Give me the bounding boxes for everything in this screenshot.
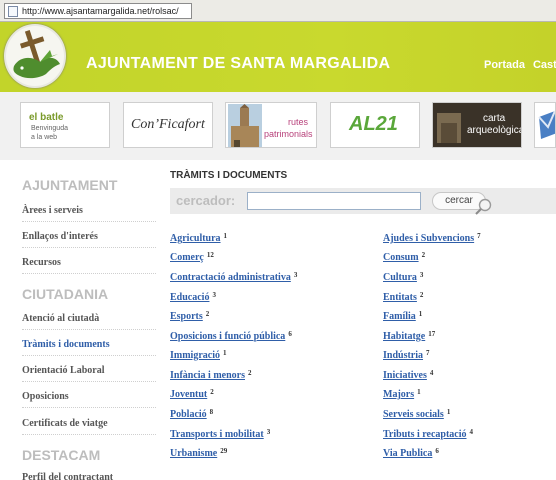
sidebar-item-arees-serveis[interactable]: Àrees i serveis [22, 205, 156, 222]
list-item[interactable]: Agricultura 1 [170, 232, 227, 244]
list-item[interactable]: Consum 2 [383, 251, 425, 263]
magnifier-icon [475, 198, 492, 215]
list-item[interactable]: Joventut 2 [170, 388, 214, 400]
banner-partial[interactable] [534, 102, 556, 148]
list-item[interactable]: Població 8 [170, 408, 213, 420]
sidebar-item-certificats-viatge[interactable]: Certificats de viatge [22, 418, 156, 435]
list-item[interactable]: Transports i mobilitat 3 [170, 428, 270, 440]
nav-castellano[interactable]: Cast [533, 59, 556, 71]
nav-portada[interactable]: Portada [484, 59, 525, 71]
banner-batle-line2: Benvinguda [31, 125, 68, 132]
list-item[interactable]: Cultura 3 [383, 271, 423, 283]
search-label: cercador: [176, 193, 236, 208]
banner-al21[interactable]: AL21 [330, 102, 420, 148]
list-item[interactable]: Infància i menors 2 [170, 369, 252, 381]
search-input[interactable] [247, 192, 421, 210]
list-item[interactable]: Via Publica 6 [383, 447, 439, 459]
sidebar-item-tramits-documents[interactable]: Tràmits i documents [22, 339, 156, 356]
sidebar-item-orientacio-laboral[interactable]: Orientació Laboral [22, 365, 156, 382]
list-item[interactable]: Entitats 2 [383, 291, 423, 303]
list-item[interactable]: Educació 3 [170, 291, 216, 303]
site-title: AJUNTAMENT DE SANTA MARGALIDA [86, 55, 391, 72]
list-item[interactable]: Oposicions i funció pública 6 [170, 330, 292, 342]
list-item[interactable]: Contractació administrativa 3 [170, 271, 297, 283]
banner-carta-line2: arqueològica [467, 125, 522, 136]
url-field[interactable]: http://www.ajsantamargalida.net/rolsac/ [4, 3, 192, 19]
church-photo-icon [228, 104, 262, 147]
list-item[interactable]: Ajudes i Subvencions 7 [383, 232, 481, 244]
banner-conficafort-text: Con’Ficafort [131, 117, 205, 132]
sidebar-item-atencio-ciutada[interactable]: Atenció al ciutadà [22, 313, 156, 330]
sidebar-item-recursos[interactable]: Recursos [22, 257, 156, 274]
banner-rutes-patrimonials[interactable]: rutes patrimonials [225, 102, 317, 148]
sidebar-item-oposicions[interactable]: Oposicions [22, 391, 156, 408]
list-item[interactable]: Urbanisme 29 [170, 447, 227, 459]
section-destacam: DESTACAM [22, 447, 101, 463]
sidebar-item-perfil-contractant[interactable]: Perfil del contractant [22, 472, 156, 480]
sidebar-item-enllacos[interactable]: Enllaços d'interés [22, 231, 156, 248]
top-nav: Portada Cast [484, 59, 556, 71]
banner-conficafort[interactable]: Con’Ficafort [123, 102, 213, 148]
search-bar: cercador: cercar [170, 188, 556, 215]
page-title: TRÀMITS I DOCUMENTS [170, 170, 288, 181]
list-item[interactable]: Esports 2 [170, 310, 209, 322]
list-item[interactable]: Tributs i recaptació 4 [383, 428, 473, 440]
banner-al21-text: AL21 [349, 113, 398, 135]
site-logo[interactable] [4, 24, 66, 88]
cross-dragon-icon [13, 30, 61, 79]
banner-batle-heading: el batle [29, 112, 64, 123]
section-ciutadania: CIUTADANIA [22, 286, 109, 302]
list-item[interactable]: Indústria 7 [383, 349, 430, 361]
banner-carta-arqueologica[interactable]: carta arqueològica [432, 102, 522, 148]
list-item[interactable]: Majors 1 [383, 388, 421, 400]
list-item[interactable]: Iniciatives 4 [383, 369, 433, 381]
url-text: http://www.ajsantamargalida.net/rolsac/ [22, 6, 179, 16]
list-item[interactable]: Comerç 12 [170, 251, 214, 263]
banner-rutes-line2: patrimonials [264, 129, 313, 139]
envelope-icon [538, 110, 555, 139]
browser-address-bar: http://www.ajsantamargalida.net/rolsac/ [0, 0, 556, 22]
list-item[interactable]: Immigració 1 [170, 349, 227, 361]
banner-carta-line1: carta [483, 113, 506, 124]
section-ajuntament: AJUNTAMENT [22, 177, 118, 193]
list-item[interactable]: Habitatge 17 [383, 330, 435, 342]
banner-rutes-line1: rutes [288, 117, 309, 127]
banner-el-batle[interactable]: el batle Benvinguda a la web [20, 102, 110, 148]
banner-strip: el batle Benvinguda a la web Con’Ficafor… [0, 92, 556, 160]
list-item[interactable]: Família 1 [383, 310, 422, 322]
banner-batle-line3: a la web [31, 134, 58, 141]
page-icon [8, 6, 18, 17]
list-item[interactable]: Serveis socials 1 [383, 408, 450, 420]
